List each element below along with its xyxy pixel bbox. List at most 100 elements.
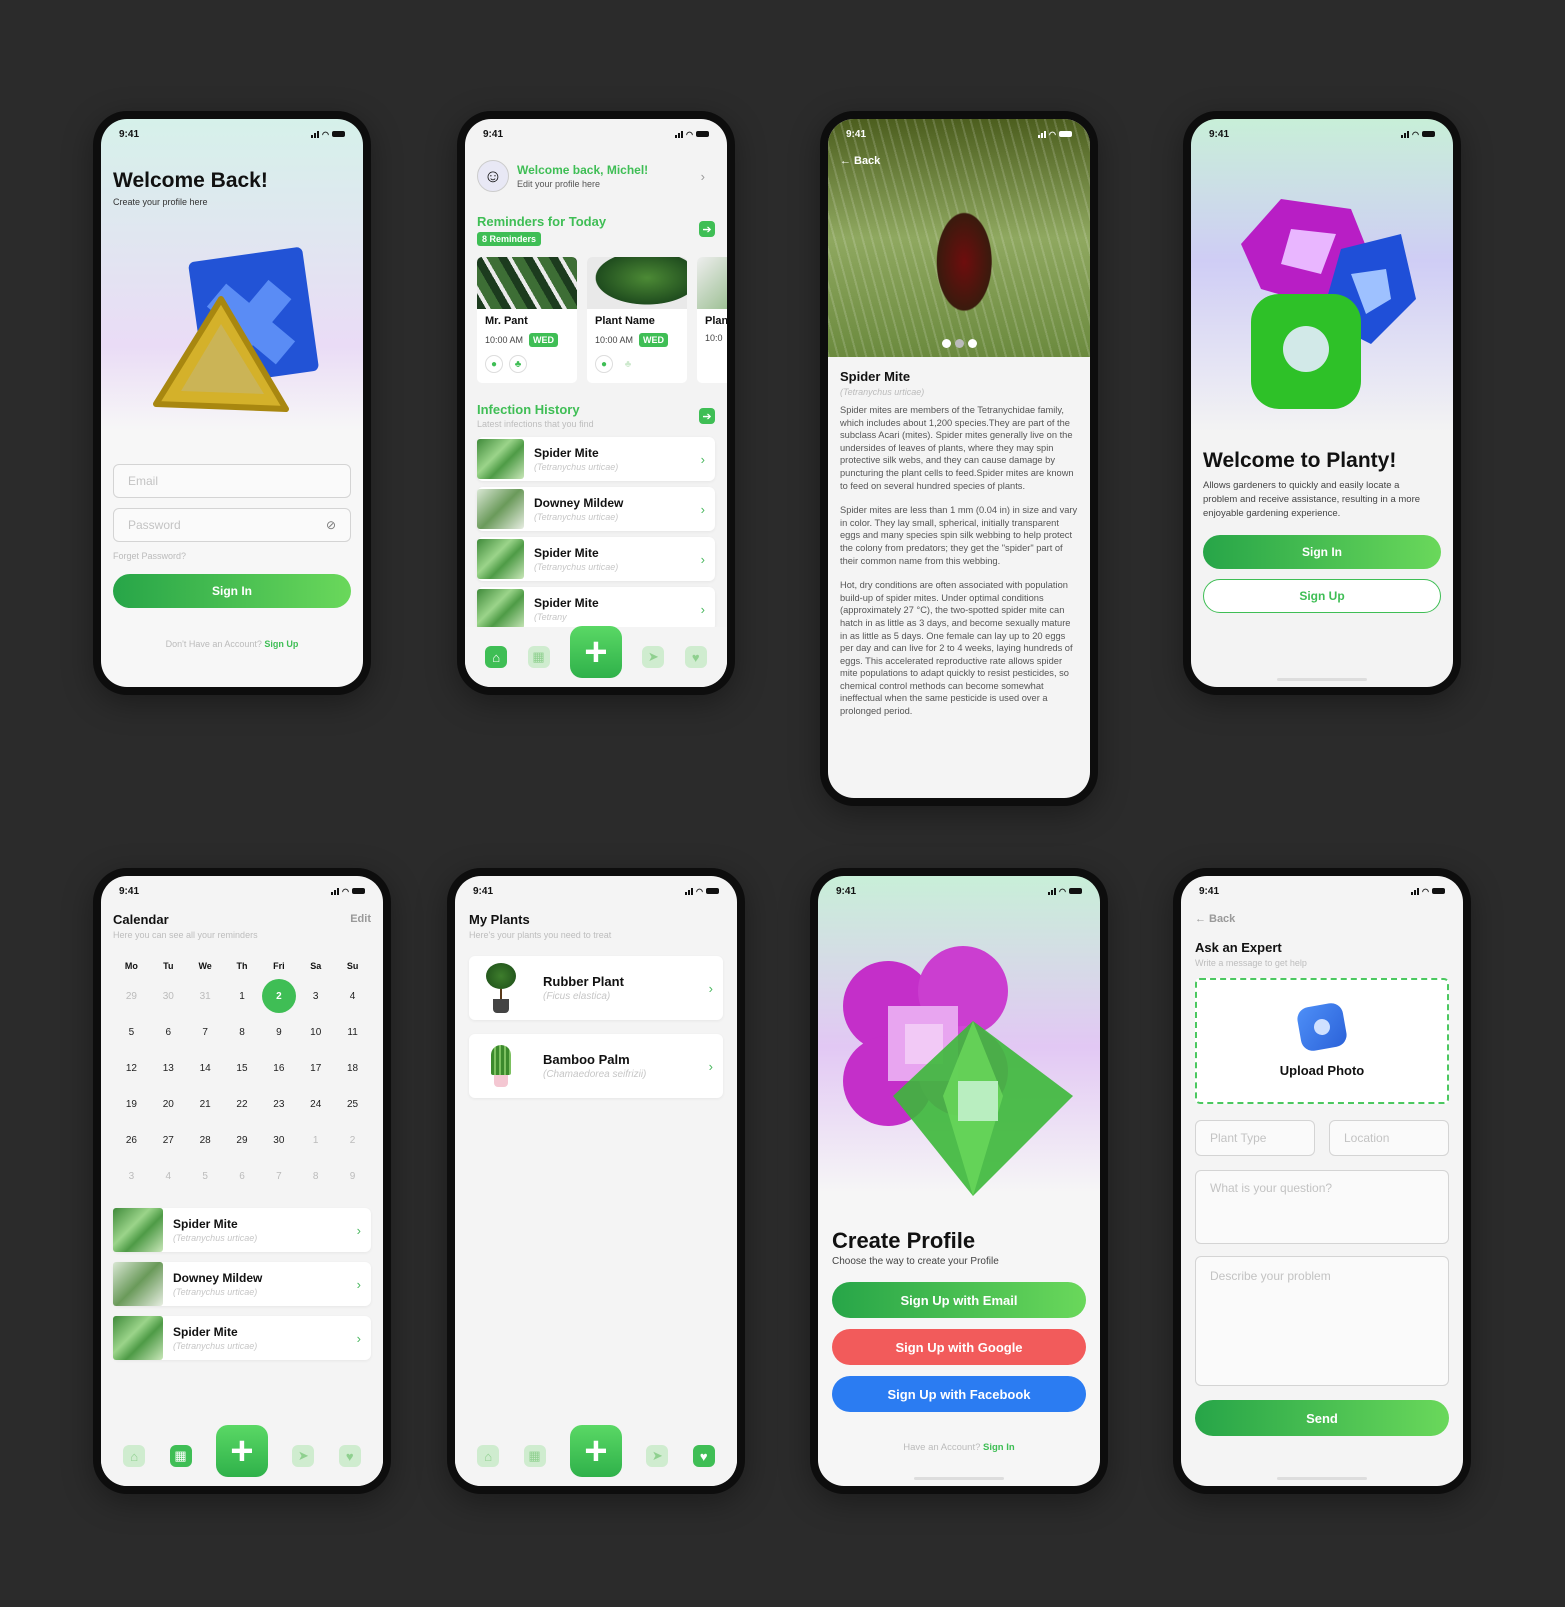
calendar-day[interactable]: 20 <box>150 1086 187 1122</box>
calendar-day[interactable]: 15 <box>224 1050 261 1086</box>
sign-up-email-button[interactable]: Sign Up with Email <box>832 1282 1086 1318</box>
calendar-icon[interactable]: ▦ <box>169 1445 192 1467</box>
calendar-day[interactable]: 6 <box>150 1014 187 1050</box>
calendar-day[interactable]: 4 <box>334 978 371 1014</box>
add-plus-button[interactable]: + <box>569 1425 622 1477</box>
plant-type-field[interactable]: Plant Type <box>1195 1120 1315 1156</box>
plant-list-item[interactable]: Bamboo Palm (Chamaedorea seifrizii) › <box>469 1034 723 1098</box>
sign-in-link[interactable]: Sign In <box>983 1442 1015 1453</box>
send-icon[interactable]: ➤ <box>642 646 665 668</box>
calendar-day[interactable]: 8 <box>297 1158 334 1194</box>
calendar-day[interactable]: 2 <box>334 1122 371 1158</box>
email-field[interactable]: Email <box>113 464 351 498</box>
infection-arrow-button[interactable]: ➔ <box>699 408 715 424</box>
heart-icon[interactable]: ♥ <box>338 1445 361 1467</box>
home-icon[interactable]: ⌂ <box>123 1445 146 1467</box>
calendar-day[interactable]: 29 <box>224 1122 261 1158</box>
calendar-day[interactable]: 18 <box>334 1050 371 1086</box>
calendar-day[interactable]: 8 <box>224 1014 261 1050</box>
send-button[interactable]: Send <box>1195 1400 1449 1436</box>
carousel-dots[interactable] <box>828 339 1090 348</box>
profile-header[interactable]: ☺ Welcome back, Michel! Edit your profil… <box>477 157 715 195</box>
calendar-day[interactable]: 12 <box>113 1050 150 1086</box>
calendar-day[interactable]: 29 <box>113 978 150 1014</box>
calendar-day[interactable]: 27 <box>150 1122 187 1158</box>
calendar-day[interactable]: 31 <box>187 978 224 1014</box>
calendar-day[interactable]: 19 <box>113 1086 150 1122</box>
back-button[interactable]: ← Back <box>840 155 880 167</box>
reminders-arrow-button[interactable]: ➔ <box>699 221 715 237</box>
calendar-day[interactable]: 30 <box>150 978 187 1014</box>
calendar-day[interactable]: 11 <box>334 1014 371 1050</box>
watering-icon[interactable]: ♣ <box>509 355 527 373</box>
heart-icon[interactable]: ♥ <box>684 646 707 668</box>
calendar-day[interactable]: 5 <box>187 1158 224 1194</box>
calendar-day[interactable]: 6 <box>224 1158 261 1194</box>
plant-list-item[interactable]: Rubber Plant (Ficus elastica) › <box>469 956 723 1020</box>
bell-icon[interactable]: ● <box>485 355 503 373</box>
list-item[interactable]: Spider Mite (Tetranychus urticae) › <box>477 537 715 581</box>
calendar-day[interactable]: 28 <box>187 1122 224 1158</box>
list-item[interactable]: Spider Mite (Tetranychus urticae) › <box>113 1316 371 1360</box>
calendar-day[interactable]: 10 <box>297 1014 334 1050</box>
sign-up-button[interactable]: Sign Up <box>1203 579 1441 613</box>
calendar-day[interactable]: 23 <box>260 1086 297 1122</box>
forgot-password-link[interactable]: Forget Password? <box>113 551 186 561</box>
list-item[interactable]: Spider Mite (Tetrany › <box>477 587 715 631</box>
question-textarea[interactable]: What is your question? <box>1195 1170 1449 1244</box>
add-plus-button[interactable]: + <box>215 1425 268 1477</box>
calendar-day[interactable]: 4 <box>150 1158 187 1194</box>
bell-icon[interactable]: ● <box>595 355 613 373</box>
describe-problem-textarea[interactable]: Describe your problem <box>1195 1256 1449 1386</box>
reminder-card[interactable]: Mr. Pant 10:00 AM WED ● ♣ <box>477 257 577 383</box>
page-subtitle: Create your profile here <box>113 197 208 207</box>
edit-button[interactable]: Edit <box>350 913 371 925</box>
list-item[interactable]: Spider Mite (Tetranychus urticae) › <box>113 1208 371 1252</box>
sign-up-facebook-button[interactable]: Sign Up with Facebook <box>832 1376 1086 1412</box>
sign-up-link[interactable]: Sign Up <box>264 639 298 649</box>
calendar-day[interactable]: 5 <box>113 1014 150 1050</box>
calendar-day[interactable]: 24 <box>297 1086 334 1122</box>
bottom-tab-bar: ⌂ ▦ + ➤ ♥ <box>455 1425 737 1486</box>
calendar-day[interactable]: 26 <box>113 1122 150 1158</box>
calendar-day[interactable]: 1 <box>224 978 261 1014</box>
list-item[interactable]: Downey Mildew (Tetranychus urticae) › <box>113 1262 371 1306</box>
watering-icon[interactable]: ♣ <box>619 355 637 373</box>
send-icon[interactable]: ➤ <box>646 1445 669 1467</box>
calendar-day[interactable]: 17 <box>297 1050 334 1086</box>
calendar-day[interactable]: 30 <box>260 1122 297 1158</box>
calendar-day[interactable]: 25 <box>334 1086 371 1122</box>
calendar-day[interactable]: 16 <box>260 1050 297 1086</box>
calendar-icon[interactable]: ▦ <box>527 646 550 668</box>
calendar-day[interactable]: 7 <box>260 1158 297 1194</box>
heart-icon[interactable]: ♥ <box>692 1445 715 1467</box>
sign-in-button[interactable]: Sign In <box>1203 535 1441 569</box>
calendar-day[interactable]: 1 <box>297 1122 334 1158</box>
calendar-day[interactable]: 9 <box>334 1158 371 1194</box>
home-icon[interactable]: ⌂ <box>485 646 508 668</box>
calendar-day[interactable]: 3 <box>297 978 334 1014</box>
eye-off-icon[interactable]: ⊘ <box>326 518 336 532</box>
home-icon[interactable]: ⌂ <box>477 1445 500 1467</box>
list-item[interactable]: Downey Mildew (Tetranychus urticae) › <box>477 487 715 531</box>
sign-up-google-button[interactable]: Sign Up with Google <box>832 1329 1086 1365</box>
reminder-card[interactable]: Plan 10:0 <box>697 257 727 383</box>
calendar-day[interactable]: 21 <box>187 1086 224 1122</box>
send-icon[interactable]: ➤ <box>292 1445 315 1467</box>
calendar-day[interactable]: 9 <box>260 1014 297 1050</box>
calendar-day[interactable]: 22 <box>224 1086 261 1122</box>
calendar-day[interactable]: 3 <box>113 1158 150 1194</box>
calendar-day[interactable]: 13 <box>150 1050 187 1086</box>
add-plus-button[interactable]: + <box>569 626 622 678</box>
back-button[interactable]: ← Back <box>1195 913 1235 925</box>
sign-in-button[interactable]: Sign In <box>113 574 351 608</box>
upload-photo-dropzone[interactable]: Upload Photo <box>1195 978 1449 1104</box>
password-field[interactable]: Password ⊘ <box>113 508 351 542</box>
calendar-icon[interactable]: ▦ <box>523 1445 546 1467</box>
location-field[interactable]: Location <box>1329 1120 1449 1156</box>
calendar-day[interactable]: 14 <box>187 1050 224 1086</box>
reminder-card[interactable]: Plant Name 10:00 AM WED ● ♣ <box>587 257 687 383</box>
calendar-day[interactable]: 2 <box>260 978 297 1014</box>
calendar-day[interactable]: 7 <box>187 1014 224 1050</box>
list-item[interactable]: Spider Mite (Tetranychus urticae) › <box>477 437 715 481</box>
